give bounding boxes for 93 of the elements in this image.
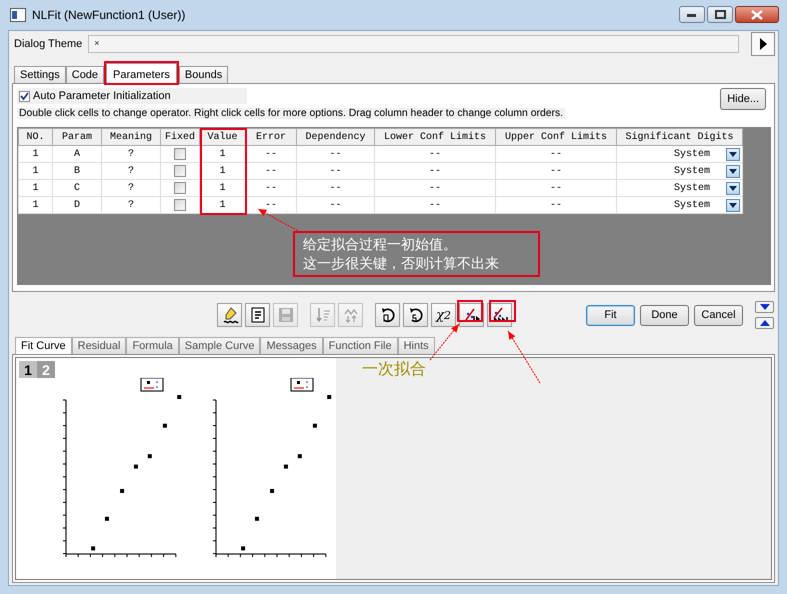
table-cell: --: [374, 146, 496, 162]
highlight-frame: [457, 300, 483, 322]
table-cell: --: [296, 180, 374, 196]
checkbox[interactable]: [19, 90, 30, 102]
checkbox[interactable]: [174, 199, 186, 211]
table-cell: 1: [18, 196, 52, 214]
checkbox[interactable]: [174, 182, 186, 194]
dropdown-button[interactable]: [726, 182, 740, 194]
dropdown-button[interactable]: [726, 198, 740, 212]
table-cell: --: [374, 162, 496, 180]
expand-button[interactable]: [751, 32, 775, 56]
instruction-text: Double click cells to change operator. Right click cells for more options. Drag column header to change column orders.: [17, 108, 566, 119]
table-cell: --: [496, 162, 616, 180]
column-header[interactable]: Upper Conf Limits: [496, 128, 616, 146]
page-button[interactable]: 1: [19, 361, 37, 378]
theme-label: Dialog Theme: [14, 38, 82, 50]
table-cell: --: [496, 196, 616, 214]
table-cell: 1: [18, 162, 52, 180]
table-cell: System: [674, 166, 710, 176]
column-header[interactable]: Param: [52, 128, 102, 146]
dialog-button[interactable]: Done: [640, 304, 689, 326]
tab[interactable]: Hints: [398, 337, 435, 354]
column-header[interactable]: Lower Conf Limits: [374, 128, 496, 146]
table-cell: --: [246, 146, 296, 162]
tab[interactable]: Code: [66, 66, 104, 83]
app-icon: [10, 8, 26, 22]
column-header[interactable]: Fixed: [160, 128, 200, 146]
callout-text: 这一步很关键，否则计算不出来: [303, 254, 500, 273]
dropdown-button[interactable]: [726, 164, 740, 178]
table-cell: D: [52, 196, 102, 214]
caret-icon: [729, 168, 737, 174]
scroll-up-button[interactable]: [755, 317, 774, 329]
caret-icon: [729, 202, 737, 208]
table-cell: --: [374, 196, 496, 214]
tab[interactable]: Residual: [72, 337, 126, 354]
maximize-icon: [714, 10, 726, 19]
tab[interactable]: Function File: [322, 337, 398, 354]
table-cell: System: [674, 200, 710, 210]
callout-text: 给定拟合过程一初始值。: [303, 235, 458, 254]
tab[interactable]: Formula: [126, 337, 179, 354]
minimize-icon: [687, 12, 697, 16]
tab[interactable]: Sample Curve: [178, 337, 260, 354]
table-cell: --: [246, 162, 296, 180]
tab[interactable]: Bounds: [178, 66, 228, 83]
tab[interactable]: Parameters: [106, 63, 177, 83]
up-arrow-icon: [760, 320, 770, 326]
table-cell: ?: [102, 196, 160, 214]
tab[interactable]: Messages: [260, 337, 323, 354]
table-cell: A: [52, 146, 102, 162]
checkbox-label: Auto Parameter Initialization: [33, 90, 171, 102]
dropdown-button[interactable]: [726, 148, 740, 160]
down-arrow-icon: [760, 304, 770, 310]
checkbox[interactable]: [174, 148, 186, 160]
table-cell: --: [296, 196, 374, 214]
hide-button[interactable]: Hide...: [720, 88, 766, 110]
play-arrow-icon: [759, 38, 767, 50]
table-cell: B: [52, 162, 102, 180]
table-cell: --: [296, 162, 374, 180]
caret-icon: [729, 186, 737, 190]
column-header[interactable]: Error: [246, 128, 296, 146]
table-cell: --: [246, 180, 296, 196]
table-cell: --: [374, 180, 496, 196]
tab[interactable]: Settings: [14, 66, 66, 83]
highlight-frame: [489, 300, 516, 322]
column-header[interactable]: NO.: [18, 128, 52, 146]
table-cell: System: [674, 148, 710, 160]
table-cell: ?: [102, 146, 160, 162]
document-icon[interactable]: [248, 306, 266, 324]
table-cell: --: [496, 180, 616, 196]
table-cell: ?: [102, 162, 160, 180]
table-cell: 1: [18, 146, 52, 162]
column-header[interactable]: Significant Digits: [616, 128, 742, 146]
close-button[interactable]: [735, 6, 779, 23]
table-cell: System: [674, 182, 710, 194]
caret-icon: [729, 152, 737, 156]
maximize-button[interactable]: [707, 6, 733, 23]
tab[interactable]: Fit Curve: [15, 337, 72, 354]
window-title: NLFit (NewFunction1 (User)): [32, 8, 186, 22]
close-icon: [751, 10, 763, 20]
checkbox[interactable]: [174, 165, 186, 177]
table-cell: C: [52, 180, 102, 196]
column-header[interactable]: Dependency: [296, 128, 374, 146]
annotation-text: 一次拟合: [362, 360, 426, 380]
dialog-button[interactable]: Cancel: [694, 304, 743, 326]
dialog-button[interactable]: Fit: [586, 304, 635, 326]
table-cell: 1: [18, 180, 52, 196]
theme-field[interactable]: ×: [88, 35, 739, 53]
scroll-down-button[interactable]: [755, 301, 774, 313]
table-cell: ?: [102, 180, 160, 196]
minimize-button[interactable]: [679, 6, 705, 23]
table-cell: --: [496, 146, 616, 162]
column-header[interactable]: Meaning: [102, 128, 160, 146]
table-cell: --: [296, 146, 374, 162]
